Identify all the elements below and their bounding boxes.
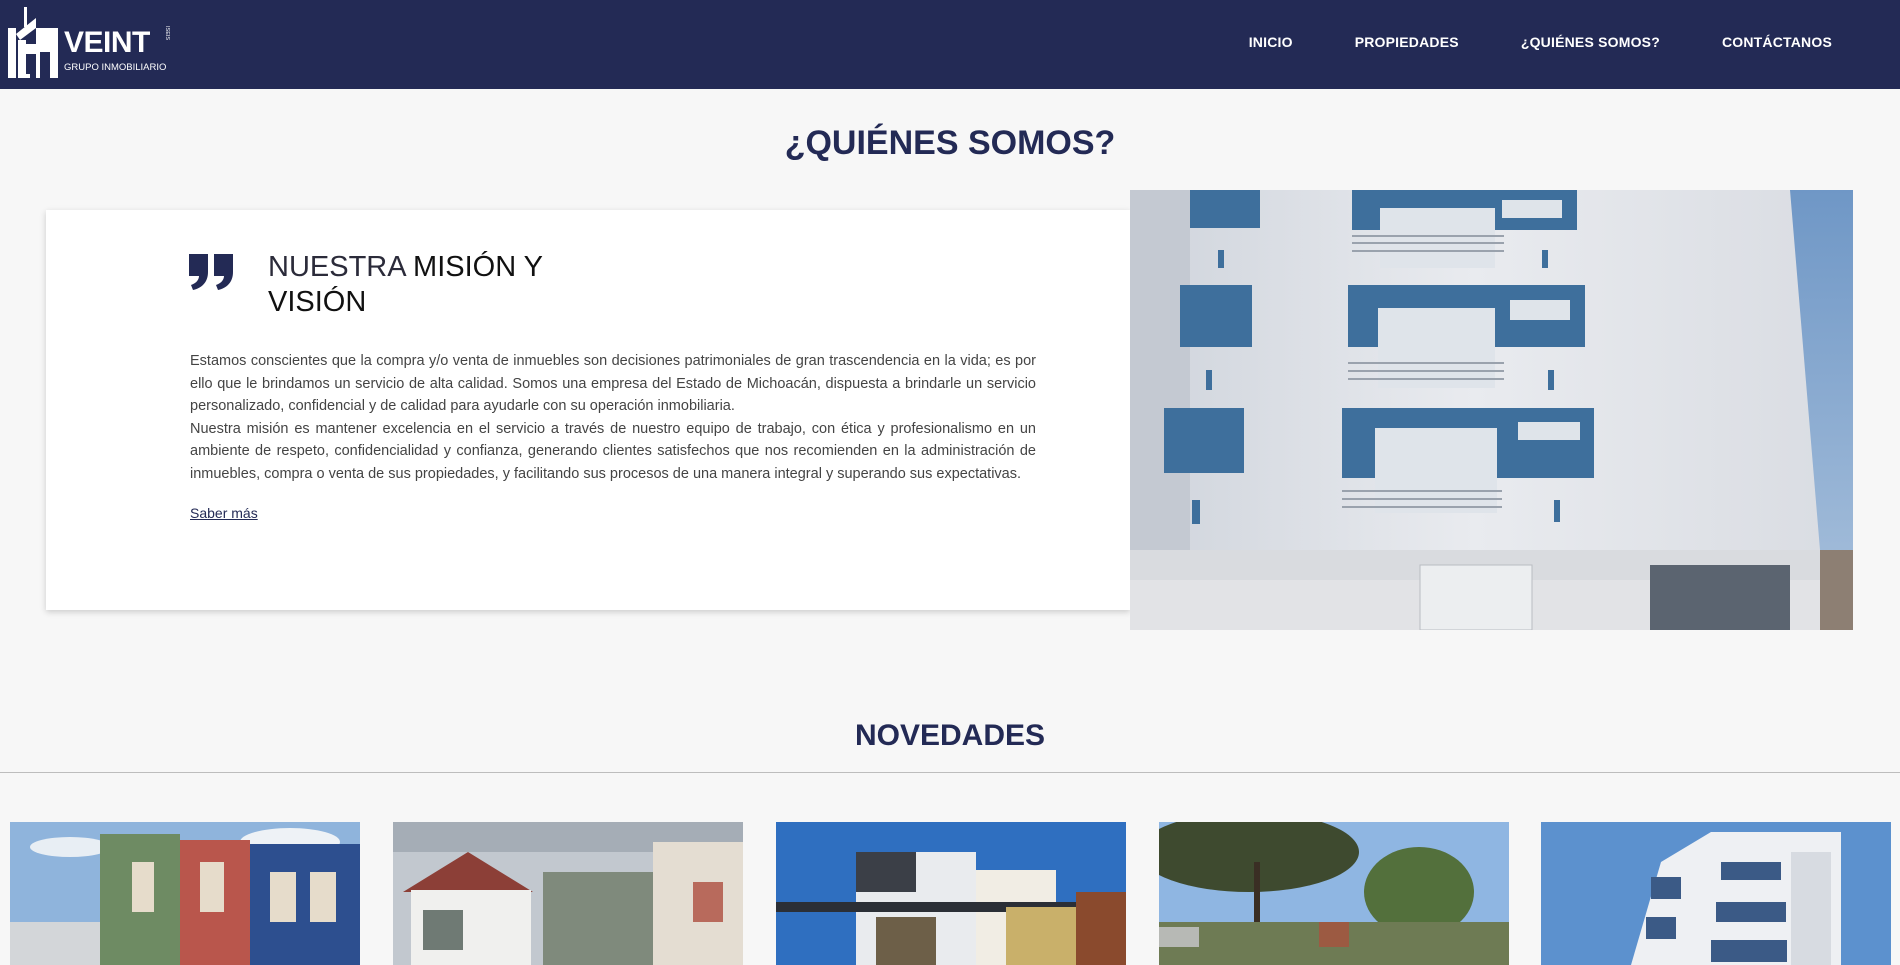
quote-icon [189, 254, 233, 290]
mission-card: NUESTRA MISIÓN Y VISIÓN Estamos conscien… [46, 210, 1130, 610]
property-image-2 [393, 822, 743, 965]
property-thumbnail-3[interactable] [776, 822, 1126, 965]
property-thumbnail-1[interactable] [10, 822, 360, 965]
property-image-5 [1541, 822, 1891, 965]
property-image-3 [776, 822, 1126, 965]
property-image-4 [1159, 822, 1509, 965]
veintiseis-logo[interactable]: VEINT ISEIS GRUPO INMOBILIARIO [6, 6, 176, 82]
about-section-title: ¿QUIÉNES SOMOS? [784, 124, 1116, 162]
property-image-1 [10, 822, 360, 965]
nav-propiedades[interactable]: PROPIEDADES [1355, 34, 1459, 50]
news-thumbnails [0, 822, 1900, 965]
main-nav: INICIO PROPIEDADES ¿QUIÉNES SOMOS? CONTÁ… [1187, 0, 1900, 84]
property-thumbnail-2[interactable] [393, 822, 743, 965]
top-navbar: VEINT ISEIS GRUPO INMOBILIARIO INICIO PR… [0, 0, 1900, 89]
section-divider [0, 772, 1900, 773]
property-thumbnail-4[interactable] [1159, 822, 1509, 965]
mission-text: Estamos conscientes que la compra y/o ve… [190, 350, 1036, 486]
mission-paragraph-2: Nuestra misión es mantener excelencia en… [190, 420, 1036, 482]
building-illustration [1130, 190, 1853, 630]
mission-heading: NUESTRA MISIÓN Y VISIÓN [268, 250, 588, 320]
saber-mas-link[interactable]: Saber más [190, 505, 258, 521]
logo-side-text: ISEIS [164, 26, 170, 40]
news-section-title: NOVEDADES [854, 719, 1046, 752]
nav-quienes-somos[interactable]: ¿QUIÉNES SOMOS? [1521, 34, 1660, 50]
building-photo [1130, 190, 1853, 630]
nav-inicio[interactable]: INICIO [1249, 34, 1293, 50]
nav-contactanos[interactable]: CONTÁCTANOS [1722, 34, 1832, 50]
mission-paragraph-1: Estamos conscientes que la compra y/o ve… [190, 353, 1036, 415]
mission-heading-light: NUESTRA [268, 251, 414, 283]
logo-subtext: GRUPO INMOBILIARIO [64, 62, 166, 73]
logo-wordmark: VEINT [64, 26, 150, 59]
property-thumbnail-5[interactable] [1541, 822, 1891, 965]
